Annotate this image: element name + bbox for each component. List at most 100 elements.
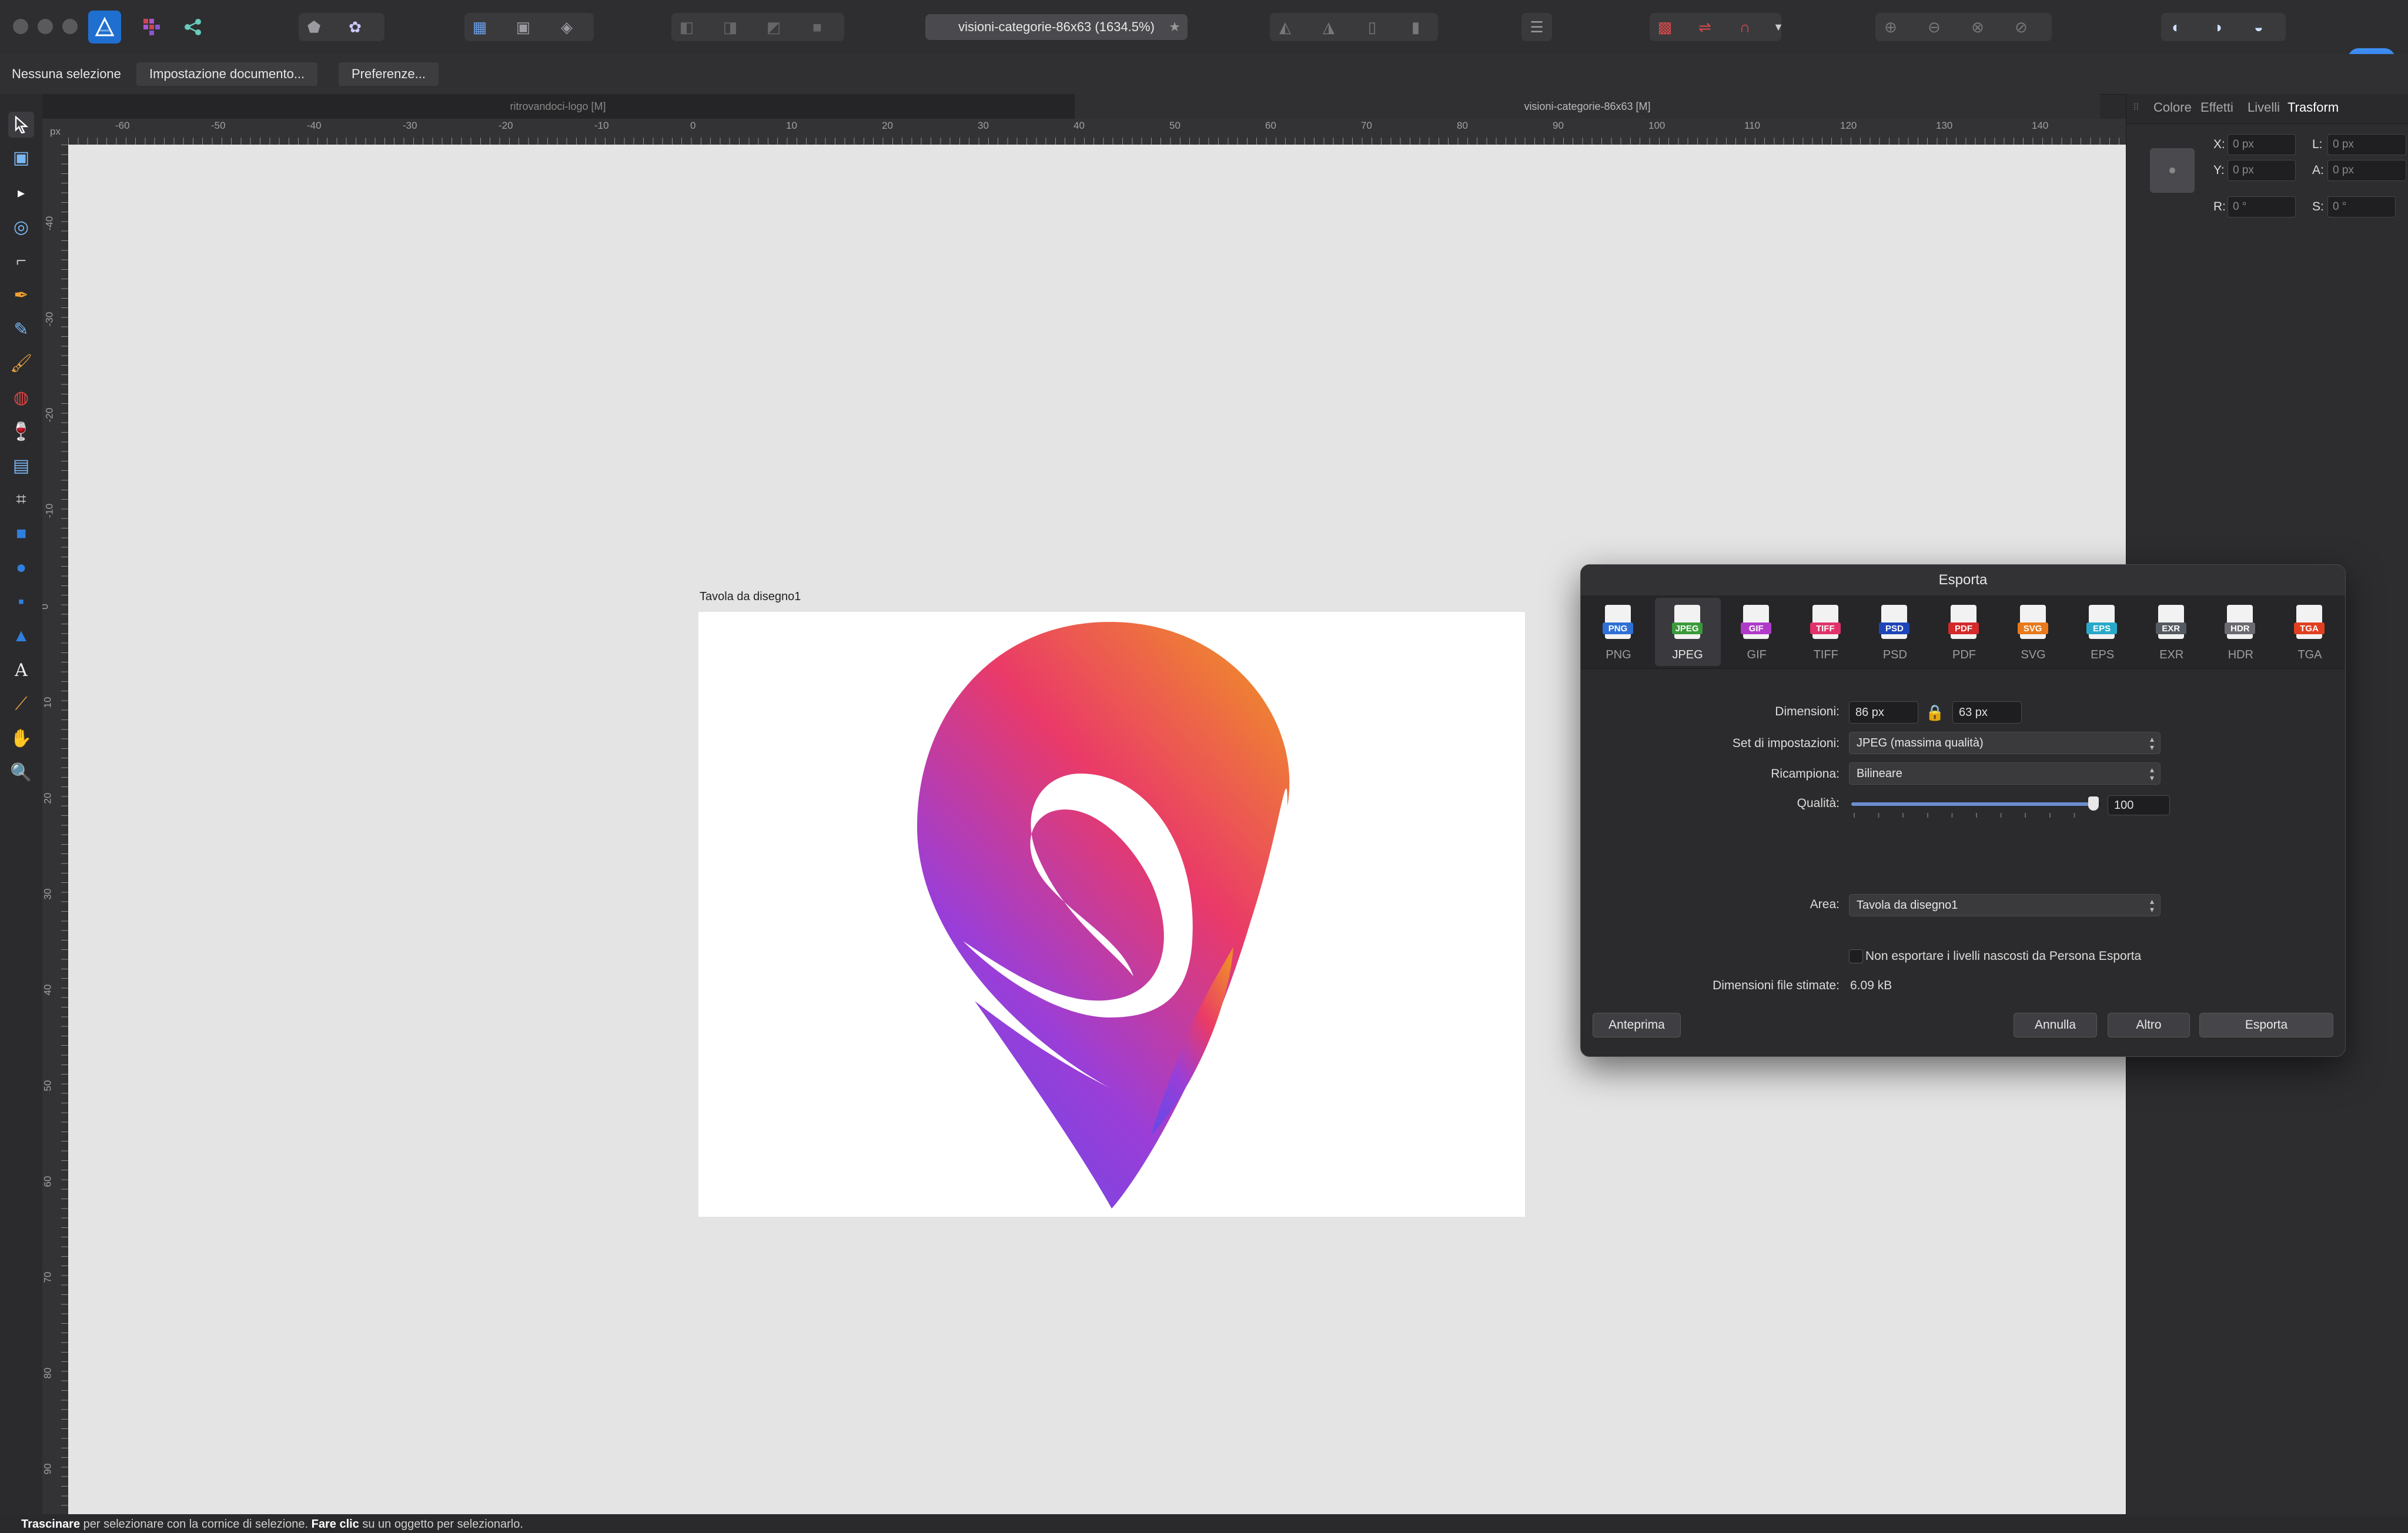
align-icon[interactable]: ☰ (1521, 13, 1552, 41)
select-all-icon[interactable]: ▦ (464, 13, 495, 41)
width-input[interactable]: 86 px (1849, 701, 1918, 724)
flip-horizontal-icon[interactable]: ◭ (1270, 13, 1300, 41)
view-pixels-icon[interactable]: ⬟ (299, 13, 329, 41)
x-field[interactable]: 0 px (2228, 134, 2296, 155)
horizontal-ruler[interactable]: -60 -50 -40 -30 -20 -10 0 10 20 30 40 50 60 70 80 90 100… (68, 119, 2126, 145)
preferences-button[interactable]: Preferenze... (339, 62, 439, 86)
width-field[interactable]: 0 px (2327, 134, 2406, 155)
ruler-unit[interactable]: px (42, 119, 69, 145)
rotate-left-icon[interactable]: ▯ (1357, 13, 1387, 41)
format-exr[interactable]: EXR EXR (2139, 598, 2205, 666)
format-gif[interactable]: GIF GIF (1724, 598, 1790, 666)
window-minimize-button[interactable] (38, 19, 53, 34)
hidden-layers-checkbox[interactable] (1849, 949, 1863, 963)
window-close-button[interactable] (13, 19, 28, 34)
corner-tool-icon[interactable]: ⌐ (8, 248, 34, 274)
triangle-tool-icon[interactable]: ▲ (8, 623, 34, 649)
dialog-title: Esporta (1581, 565, 2345, 596)
rotate-right-icon[interactable]: ▮ (1400, 13, 1431, 41)
quality-slider-fill (1851, 802, 2093, 806)
boolean-divide-icon[interactable]: ⊘ (2006, 13, 2036, 41)
pixel-persona-icon[interactable] (136, 13, 167, 41)
magnet-snap-icon[interactable]: ∩ (1730, 13, 1760, 41)
format-tiff[interactable]: TIFF TIFF (1793, 598, 1859, 666)
tab-livelli[interactable]: Livelli (2248, 100, 2280, 115)
invert-selection-icon[interactable]: ◈ (551, 13, 582, 41)
tab-ritrovandoci-logo[interactable]: ritrovandoci-logo [M] (42, 94, 1073, 119)
tab-visioni-categorie[interactable]: visioni-categorie-86x63 [M] (1075, 94, 2100, 119)
node-tool-icon[interactable]: ▸ (8, 180, 34, 206)
boolean-subtract-icon[interactable]: ⊖ (1919, 13, 1949, 41)
tab-colore[interactable]: Colore (2153, 100, 2192, 115)
text-tool-icon[interactable]: A (8, 657, 34, 683)
format-eps[interactable]: EPS EPS (2069, 598, 2135, 666)
document-setup-button[interactable]: Impostazione documento... (136, 62, 318, 86)
color-picker-tool-icon[interactable]: ⟋ (8, 691, 34, 717)
shear-field[interactable]: 0 ° (2327, 196, 2396, 217)
lock-ratio-icon[interactable]: 🔒 (1925, 704, 1944, 722)
anchor-selector[interactable] (2150, 148, 2195, 193)
insert-behind-icon[interactable]: ◑ (2202, 13, 2233, 41)
vector-brush-tool-icon[interactable]: 🖌 (8, 350, 34, 376)
document-title[interactable]: visioni-categorie-86x63 (1634.5%) ★ (925, 14, 1188, 40)
preview-button[interactable]: Anteprima (1593, 1013, 1681, 1037)
quality-input[interactable]: 100 (2108, 795, 2170, 815)
snapping-dropdown-chevron-icon[interactable]: ▼ (1770, 13, 1787, 41)
format-psd[interactable]: PSD PSD (1862, 598, 1928, 666)
rotation-field[interactable]: 0 ° (2228, 196, 2296, 217)
format-png[interactable]: PNG PNG (1586, 598, 1651, 666)
move-backward-icon[interactable]: ◨ (715, 13, 745, 41)
hand-tool-icon[interactable]: ✋ (8, 725, 34, 751)
move-tool-icon[interactable] (8, 112, 34, 138)
resample-select[interactable]: Bilineare ▴ ▾ (1849, 762, 2160, 785)
y-field[interactable]: 0 px (2228, 160, 2296, 181)
pen-tool-icon[interactable]: ✒ (8, 282, 34, 308)
cancel-button[interactable]: Annulla (2014, 1013, 2097, 1037)
artboard-tool-icon[interactable]: ▣ (8, 145, 34, 170)
area-select[interactable]: Tavola da disegno1 ▴ ▾ (1849, 894, 2160, 916)
quality-slider-track[interactable] (1851, 796, 2101, 811)
tab-effetti[interactable]: Effetti (2200, 100, 2233, 115)
pencil-tool-icon[interactable]: ✎ (8, 316, 34, 342)
rectangle-tool-icon[interactable]: ■ (8, 521, 34, 547)
place-image-tool-icon[interactable]: ▤ (8, 453, 34, 478)
format-pdf[interactable]: PDF PDF (1931, 598, 1997, 666)
tab-trasforma[interactable]: Trasform (2287, 100, 2339, 115)
vertical-ruler[interactable]: -40 -30 -20 -10 0 10 20 30 40 50 60 70 80 90 (42, 145, 69, 1514)
artboard[interactable] (698, 612, 1525, 1217)
crop-tool-icon[interactable]: ⌗ (8, 487, 34, 513)
move-forward-icon[interactable]: ◩ (758, 13, 789, 41)
rounded-rectangle-tool-icon[interactable]: ▪ (8, 589, 34, 615)
logo-pin-icon[interactable] (698, 612, 1525, 1217)
ellipse-tool-icon[interactable]: ● (8, 555, 34, 581)
format-tga[interactable]: TGA TGA (2277, 598, 2343, 666)
designer-persona-icon[interactable] (88, 11, 121, 43)
flip-vertical-icon[interactable]: ◮ (1313, 13, 1344, 41)
insert-inside-icon[interactable]: ◐ (2161, 13, 2192, 41)
panel-grip-icon[interactable]: ⁞⁞ (2133, 102, 2139, 113)
contour-tool-icon[interactable]: ◎ (8, 214, 34, 240)
transparency-tool-icon[interactable]: 🍷 (8, 419, 34, 444)
preset-select[interactable]: JPEG (massima qualità) ▴ ▾ (1849, 732, 2160, 754)
grid-snap-icon[interactable]: ▩ (1650, 13, 1680, 41)
insert-above-icon[interactable]: ◒ (2243, 13, 2274, 41)
boolean-intersect-icon[interactable]: ⊗ (1962, 13, 1993, 41)
fill-tool-icon[interactable]: ◍ (8, 384, 34, 410)
export-persona-icon[interactable] (178, 13, 208, 41)
boolean-add-icon[interactable]: ⊕ (1875, 13, 1906, 41)
format-hdr[interactable]: HDR HDR (2208, 598, 2273, 666)
move-back-icon[interactable]: ◧ (671, 13, 702, 41)
quality-slider-thumb[interactable] (2088, 796, 2099, 811)
format-svg[interactable]: SVG SVG (2001, 598, 2066, 666)
export-button[interactable]: Esporta (2199, 1013, 2333, 1037)
snap-guides-icon[interactable]: ⇌ (1690, 13, 1720, 41)
deselect-icon[interactable]: ▣ (508, 13, 539, 41)
move-front-icon[interactable]: ■ (802, 13, 832, 41)
format-jpeg[interactable]: JPEG JPEG (1654, 598, 1721, 666)
window-zoom-button[interactable] (62, 19, 78, 34)
view-retina-icon[interactable]: ✿ (340, 13, 370, 41)
height-field[interactable]: 0 px (2327, 160, 2406, 181)
zoom-tool-icon[interactable]: 🔍 (8, 759, 34, 785)
height-input[interactable]: 63 px (1952, 701, 2022, 724)
more-button[interactable]: Altro (2108, 1013, 2190, 1037)
